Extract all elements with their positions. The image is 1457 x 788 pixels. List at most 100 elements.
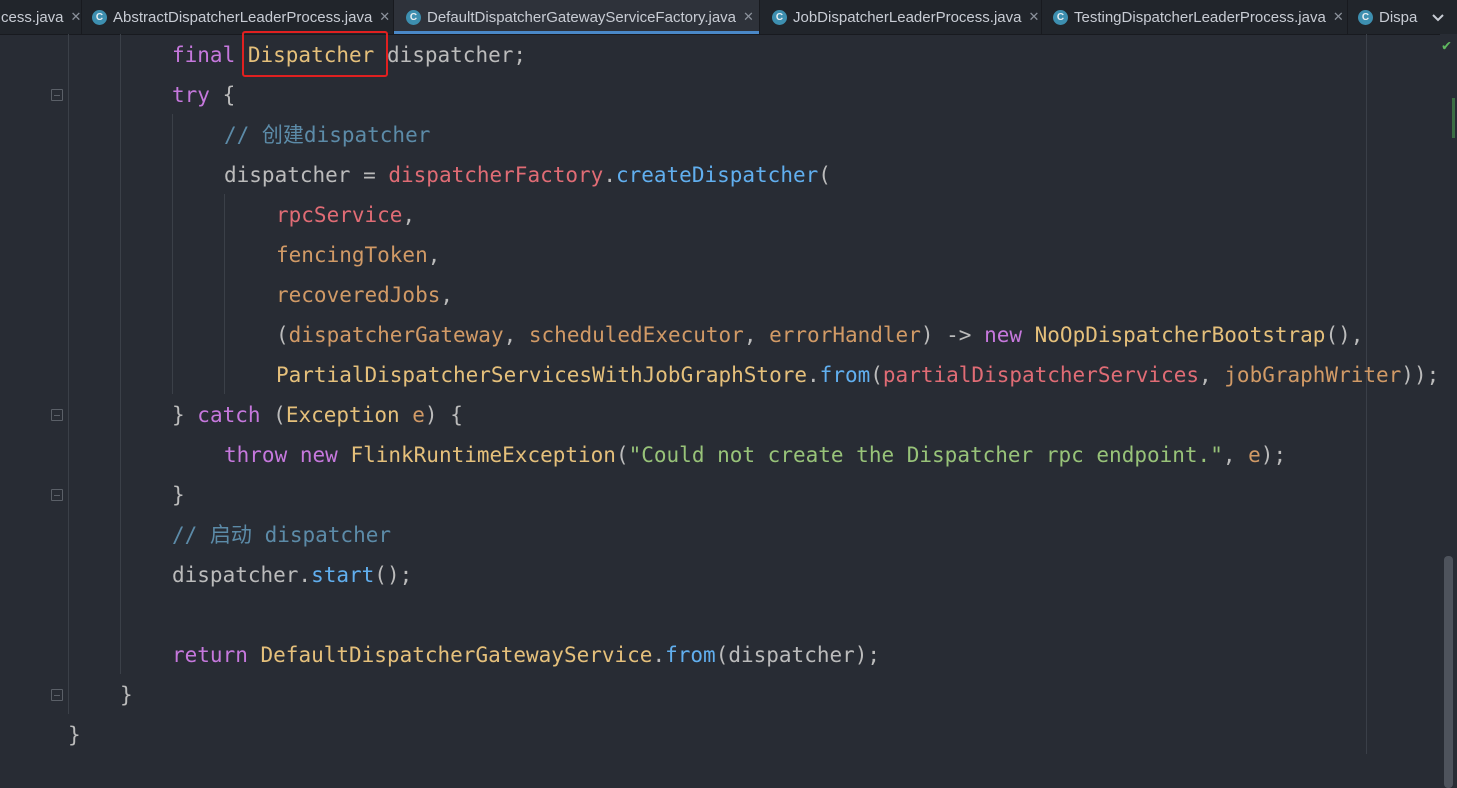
code-token: . [603,163,616,187]
code-line[interactable]: } [172,475,185,515]
tab-testing-dispatcher-leader-process[interactable]: C TestingDispatcherLeaderProcess.java ✕ [1042,0,1348,34]
tab-cess-java[interactable]: cess.java ✕ [0,0,82,34]
code-token: (dispatcher); [715,643,881,667]
close-icon[interactable]: ✕ [743,9,754,25]
class-icon: C [406,9,421,25]
change-marker [1452,98,1455,138]
code-token: start [311,563,375,587]
code-token: ( [870,363,883,387]
close-icon[interactable]: ✕ [1333,9,1344,25]
code-line[interactable]: return DefaultDispatcherGatewayService.f… [172,635,880,675]
code-token: from [819,363,871,387]
code-token: "Could not create the Dispatcher rpc end… [628,443,1223,467]
code-token: Exception [285,403,413,427]
close-icon[interactable]: ✕ [379,9,390,25]
indent-guide [172,114,173,394]
code-token: )); [1401,363,1440,387]
code-line[interactable]: try { [172,75,235,115]
class-icon: C [772,9,787,25]
code-token: new [299,443,351,467]
code-token: from [665,643,716,667]
code-token: ) -> [920,323,985,347]
code-token: NoOpDispatcherBootstrap [1034,323,1326,347]
code-token: , [402,203,416,227]
code-line[interactable]: rpcService, [276,195,415,235]
scrollbar-thumb[interactable] [1444,556,1453,788]
code-token: dispatcher = [224,163,389,187]
fold-marker-icon[interactable] [51,689,63,701]
code-token: (); [374,563,413,587]
class-icon: C [92,9,107,25]
code-token: ( [615,443,629,467]
code-token: // 创建dispatcher [224,123,431,147]
code-line[interactable]: PartialDispatcherServicesWithJobGraphSto… [276,355,1439,395]
chevron-down-icon[interactable] [1429,8,1447,26]
code-line[interactable]: // 创建dispatcher [224,115,430,155]
class-icon: C [1358,9,1373,25]
code-token: , [427,243,441,267]
code-token: } [68,723,81,747]
code-token: jobGraphWriter [1224,363,1402,387]
tab-label: JobDispatcherLeaderProcess.java [793,8,1022,26]
code-line[interactable]: recoveredJobs, [276,275,453,315]
code-token: . [807,363,820,387]
code-token: ( [276,323,289,347]
code-token: return [172,643,261,667]
vertical-scrollbar[interactable] [1440,34,1457,788]
code-token: , [440,283,454,307]
tab-default-dispatcher-gateway-service-factory[interactable]: C DefaultDispatcherGatewayServiceFactory… [394,0,760,34]
fold-marker-icon[interactable] [51,409,63,421]
code-line[interactable]: } [120,675,133,715]
code-token: , [503,323,529,347]
code-token: try [172,83,223,107]
close-icon[interactable]: ✕ [1028,9,1039,25]
code-token: , [1198,363,1225,387]
code-token: } [120,683,133,707]
code-token: recoveredJobs [276,283,441,307]
code-line[interactable]: // 启动 dispatcher [172,515,391,555]
code-token: e [1248,443,1261,467]
inspection-ok-check-icon[interactable]: ✔ [1442,36,1451,54]
code-token: (), [1325,323,1364,347]
highlight-annotation-box [242,31,388,77]
editor-tab-bar: cess.java ✕ C AbstractDispatcherLeaderPr… [0,0,1457,35]
code-token: } [172,483,185,507]
class-icon: C [1053,9,1068,25]
code-token: dispatcher; [374,43,527,67]
code-token: DefaultDispatcherGatewayService [260,643,653,667]
tab-label: TestingDispatcherLeaderProcess.java [1074,8,1326,26]
code-line[interactable]: } [68,715,81,755]
tab-label: Dispa [1379,8,1418,26]
code-token: partialDispatcherServices [882,363,1199,387]
code-token: scheduledExecutor [528,323,744,347]
code-line[interactable]: dispatcher.start(); [172,555,412,595]
indent-guide [224,194,225,394]
code-editor[interactable]: final Dispatcher dispatcher; try {// 创建di… [0,34,1440,754]
tab-label: DefaultDispatcherGatewayServiceFactory.j… [427,8,737,26]
code-token: fencingToken [276,243,428,267]
code-line[interactable]: } catch (Exception e) { [172,395,463,435]
code-token: PartialDispatcherServicesWithJobGraphSto… [276,363,808,387]
code-line[interactable]: throw new FlinkRuntimeException("Could n… [224,435,1286,475]
code-token: ) { [424,403,463,427]
code-line[interactable]: dispatcher = dispatcherFactory.createDis… [224,155,831,195]
code-line[interactable]: fencingToken, [276,235,440,275]
tab-dispa[interactable]: C Dispa [1348,0,1428,34]
indent-guide [120,34,121,674]
code-token: . [652,643,666,667]
tab-abstract-dispatcher-leader-process[interactable]: C AbstractDispatcherLeaderProcess.java ✕ [82,0,394,34]
code-token: new [984,323,1035,347]
code-token: errorHandler [769,323,921,347]
code-token: rpcService [276,203,403,227]
code-token: throw [224,443,300,467]
fold-marker-icon[interactable] [51,489,63,501]
fold-marker-icon[interactable] [51,89,63,101]
code-token: catch [197,403,274,427]
tab-job-dispatcher-leader-process[interactable]: C JobDispatcherLeaderProcess.java ✕ [760,0,1042,34]
close-icon[interactable]: ✕ [71,9,82,25]
code-token: ); [1260,443,1287,467]
code-line[interactable]: (dispatcherGateway, scheduledExecutor, e… [276,315,1363,355]
code-token: // 启动 dispatcher [172,523,392,547]
tab-label: AbstractDispatcherLeaderProcess.java [113,8,373,26]
code-token: } [172,403,198,427]
